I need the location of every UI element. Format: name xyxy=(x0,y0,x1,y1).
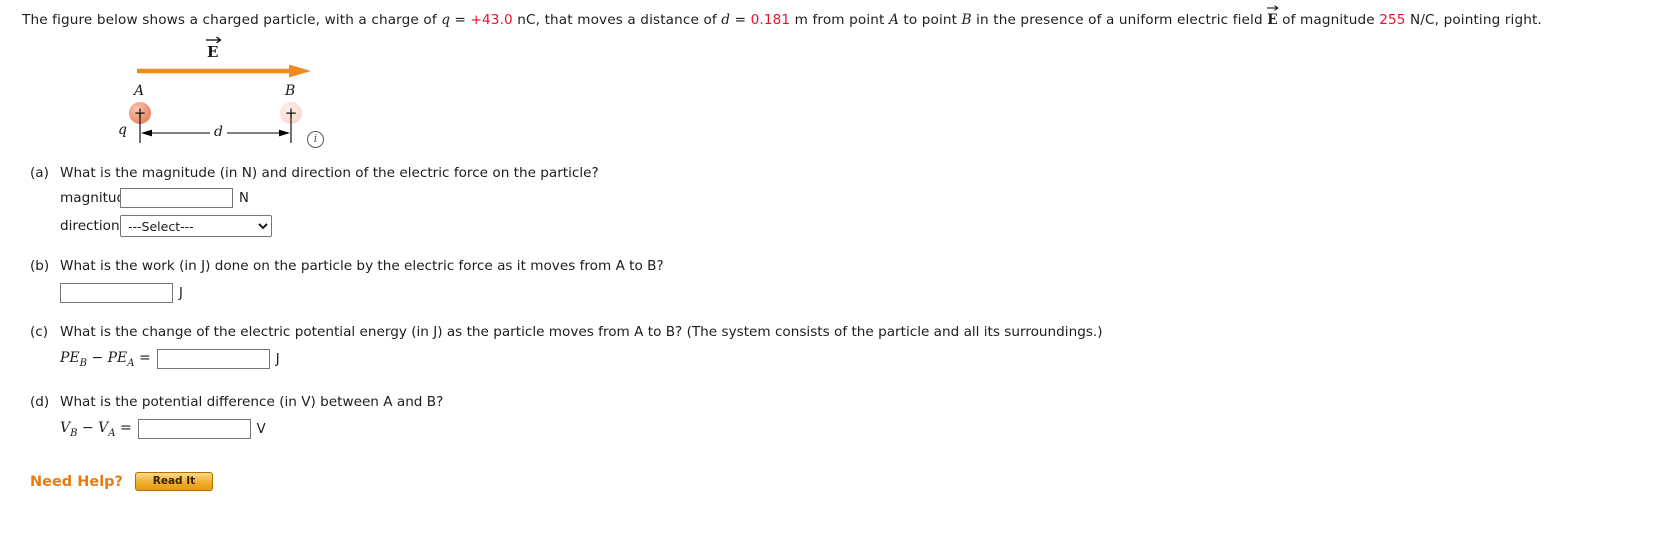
vector-arrow-overbar-icon xyxy=(1267,5,1279,11)
intro-segment-12: in the presence of a uniform electric fi… xyxy=(971,12,1268,28)
pe-minus: − xyxy=(91,349,104,366)
question-part-b: (b) What is the work (in J) done on the … xyxy=(30,258,664,303)
electric-field-arrow-icon xyxy=(137,64,311,78)
pe-unit: J xyxy=(275,351,280,367)
voltage-row: VB − VA = V xyxy=(30,419,443,439)
direction-row: direction ---Select--- xyxy=(30,215,599,237)
intro-segment-7: 0.181 xyxy=(750,12,791,28)
part-b-question: What is the work (in J) done on the part… xyxy=(60,258,664,274)
intro-segment-2: = xyxy=(450,12,471,28)
distance-dimension-icon xyxy=(139,113,292,143)
problem-page: The figure below shows a charged particl… xyxy=(0,0,1679,539)
magnitude-label: magnitude xyxy=(60,190,134,206)
read-it-button[interactable]: Read It xyxy=(134,472,213,491)
v-sub-b: B xyxy=(70,427,78,439)
part-b-tag: (b) xyxy=(30,258,50,274)
voltage-unit: V xyxy=(256,421,266,437)
v-minus: − xyxy=(81,419,94,436)
intro-segment-5: d xyxy=(721,12,731,28)
field-vector-label: E xyxy=(206,36,222,61)
intro-segment-9: A xyxy=(888,12,899,28)
need-help-section: Need Help? Read It xyxy=(30,472,213,491)
intro-segment-11: B xyxy=(961,12,972,28)
problem-statement: The figure below shows a charged particl… xyxy=(22,5,1679,29)
point-b-label: B xyxy=(285,83,296,99)
pe-expression: PEB − PEA = xyxy=(30,350,151,369)
pe-lhs-1: PE xyxy=(60,349,80,366)
work-row: J xyxy=(30,283,664,303)
part-c-tag: (c) xyxy=(30,324,49,340)
work-input[interactable] xyxy=(60,283,173,303)
part-d-tag: (d) xyxy=(30,394,50,410)
question-part-c: (c) What is the change of the electric p… xyxy=(30,324,1103,369)
field-vector-inline: E xyxy=(1267,5,1279,29)
magnitude-row: magnitude N xyxy=(30,188,599,208)
pe-input[interactable] xyxy=(156,349,270,369)
point-a-label: A xyxy=(134,83,145,99)
info-icon[interactable]: i xyxy=(307,131,324,148)
v-equals: = xyxy=(119,419,132,436)
pe-lhs-2: PE xyxy=(107,349,128,366)
intro-segment-1: q xyxy=(441,12,451,28)
magnitude-input[interactable] xyxy=(120,188,233,208)
v-lhs-2: V xyxy=(98,419,109,436)
intro-segment-16: N/C, pointing right. xyxy=(1405,12,1542,28)
intro-segment-8: m from point xyxy=(790,12,889,28)
part-d-question: What is the potential difference (in V) … xyxy=(60,394,444,410)
pe-sub-b: B xyxy=(79,357,87,369)
intro-segment-3: +43.0 xyxy=(470,12,513,28)
vector-arrow-overbar-icon xyxy=(206,36,222,43)
intro-segment-10: to point xyxy=(898,12,962,28)
part-a-tag: (a) xyxy=(30,165,49,181)
distance-label: d xyxy=(210,124,227,140)
need-help-label: Need Help? xyxy=(30,473,123,490)
part-c-question: What is the change of the electric poten… xyxy=(60,324,1103,340)
v-sub-a: A xyxy=(108,427,116,439)
intro-segment-0: The figure below shows a charged particl… xyxy=(22,12,442,28)
voltage-expression: VB − VA = xyxy=(30,420,132,439)
v-lhs-1: V xyxy=(60,419,71,436)
intro-segment-15: 255 xyxy=(1379,12,1406,28)
field-vector-letter-inline: E xyxy=(1267,12,1278,28)
magnitude-unit: N xyxy=(239,190,249,206)
direction-select[interactable]: ---Select--- xyxy=(120,215,272,237)
intro-segment-6: = xyxy=(730,12,751,28)
pe-row: PEB − PEA = J xyxy=(30,349,1103,369)
question-part-d: (d) What is the potential difference (in… xyxy=(30,394,443,439)
physics-diagram: E A B + + q d i xyxy=(107,36,437,156)
intro-segment-4: nC, that moves a distance of xyxy=(512,12,722,28)
part-a-question: What is the magnitude (in N) and directi… xyxy=(60,165,599,181)
voltage-input[interactable] xyxy=(137,419,251,439)
pe-equals: = xyxy=(138,349,151,366)
intro-segment-14: of magnitude xyxy=(1277,12,1380,28)
work-unit: J xyxy=(179,285,183,301)
direction-label: direction xyxy=(60,218,120,234)
pe-sub-a: A xyxy=(127,357,135,369)
field-vector-letter: E xyxy=(207,43,219,61)
question-part-a: (a) What is the magnitude (in N) and dir… xyxy=(30,165,599,237)
